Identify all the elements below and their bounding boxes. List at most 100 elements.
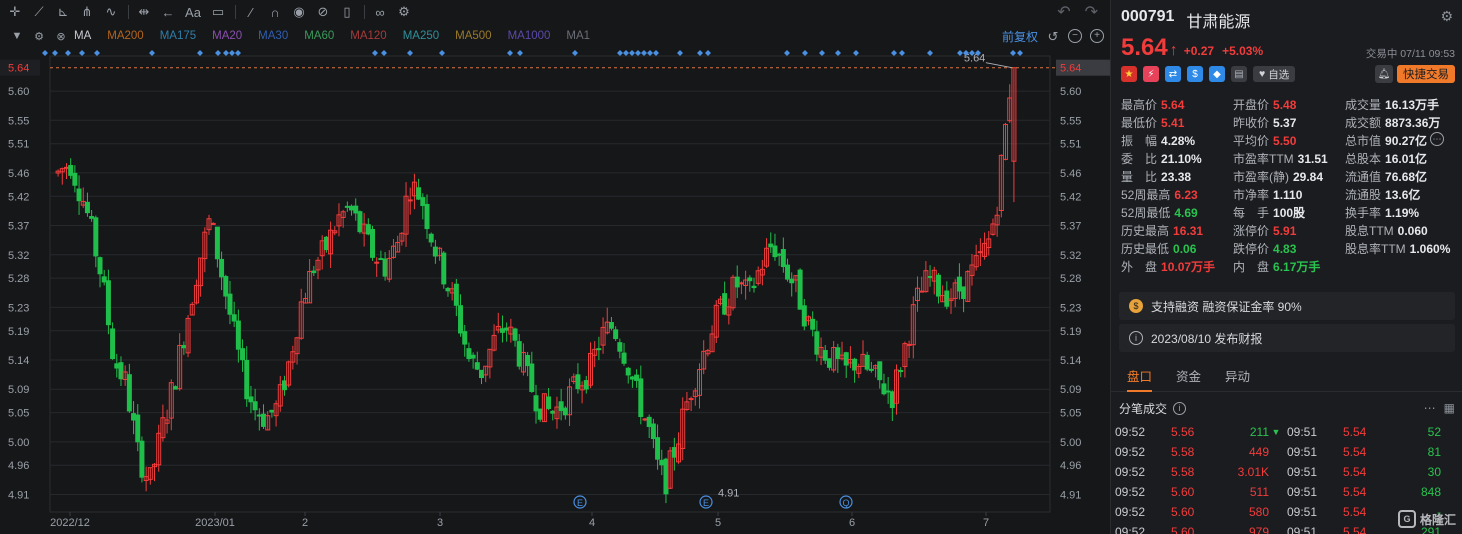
- signal-diamond-icon[interactable]: [853, 50, 859, 56]
- signal-diamond-icon[interactable]: [802, 50, 808, 56]
- ma-line-label[interactable]: MA250: [403, 30, 439, 42]
- signal-diamond-icon[interactable]: [957, 50, 963, 56]
- line-icon[interactable]: ⟋: [28, 1, 50, 23]
- signal-diamond-icon[interactable]: [784, 50, 790, 56]
- settings-icon[interactable]: ⚙: [30, 27, 48, 45]
- signal-diamond-icon[interactable]: [629, 50, 635, 56]
- signal-diamond-icon[interactable]: [653, 50, 659, 56]
- finance-icon[interactable]: $: [1187, 66, 1203, 82]
- signal-diamond-icon[interactable]: [819, 50, 825, 56]
- signal-diamond-icon[interactable]: [94, 50, 100, 56]
- close-icon[interactable]: ⊗: [52, 27, 70, 45]
- signal-diamond-icon[interactable]: [677, 50, 683, 56]
- signal-diamond-icon[interactable]: [617, 50, 623, 56]
- brush-icon[interactable]: ∕: [240, 1, 262, 23]
- tick-volume: 81: [1427, 445, 1441, 459]
- signal-diamond-icon[interactable]: [235, 50, 241, 56]
- signal-diamond-icon[interactable]: [439, 50, 445, 56]
- ma-line-label[interactable]: MA200: [107, 30, 143, 42]
- ma-line-label[interactable]: MA60: [304, 30, 334, 42]
- signal-diamond-icon[interactable]: [215, 50, 221, 56]
- redo-icon[interactable]: ↷: [1085, 2, 1098, 22]
- collapse-icon[interactable]: ▼: [8, 27, 26, 45]
- signal-diamond-icon[interactable]: [79, 50, 85, 56]
- more-icon[interactable]: ⋯: [1424, 401, 1436, 415]
- signal-diamond-icon[interactable]: [197, 50, 203, 56]
- tick-volume: 3.01K: [1237, 465, 1269, 479]
- ma-line-label[interactable]: MA175: [160, 30, 196, 42]
- crosshair-icon[interactable]: ✛: [4, 1, 26, 23]
- signal-diamond-icon[interactable]: [697, 50, 703, 56]
- settings-icon[interactable]: ⚙: [393, 1, 415, 23]
- signal-diamond-icon[interactable]: [223, 50, 229, 56]
- signal-diamond-icon[interactable]: [1010, 50, 1016, 56]
- signal-diamond-icon[interactable]: [899, 50, 905, 56]
- signal-diamond-icon[interactable]: [623, 50, 629, 56]
- zoom-in-icon[interactable]: +: [1090, 29, 1104, 43]
- rocket-icon[interactable]: ⚡: [1143, 66, 1159, 82]
- signal-diamond-icon[interactable]: [407, 50, 413, 56]
- hide-icon[interactable]: ⊘: [312, 1, 334, 23]
- quote-field-value: 4.83: [1273, 242, 1297, 256]
- ma-line-label[interactable]: MA20: [212, 30, 242, 42]
- ma-line-label[interactable]: MA30: [258, 30, 288, 42]
- reset-icon[interactable]: ↺: [1046, 29, 1060, 43]
- signal-diamond-icon[interactable]: [372, 50, 378, 56]
- adjust-mode-selector[interactable]: 前复权: [1002, 28, 1038, 45]
- comment-icon[interactable]: ▭: [207, 1, 229, 23]
- candlestick-plot[interactable]: 5.60 5.60 5.55 5.55 5.51 5.51 5.46 5.46 5.42 5.42…: [0, 46, 1110, 534]
- signal-diamond-icon[interactable]: [42, 50, 48, 56]
- exchange-icon[interactable]: ⇄: [1165, 66, 1181, 82]
- signal-diamond-icon[interactable]: [52, 50, 58, 56]
- settings-icon[interactable]: ⚙: [1440, 8, 1453, 25]
- bell-icon[interactable]: 🔔︎: [1375, 65, 1393, 83]
- earnings-date-card[interactable]: i 2023/08/10 发布财报: [1119, 324, 1455, 352]
- tab-capital[interactable]: 资金: [1176, 362, 1201, 392]
- indicator-name[interactable]: MA: [74, 30, 91, 42]
- margin-info-card[interactable]: $ 支持融资 融资保证金率 90%: [1119, 292, 1455, 320]
- wave-icon[interactable]: ∿: [100, 1, 122, 23]
- signal-diamond-icon[interactable]: [641, 50, 647, 56]
- trash-icon[interactable]: ▯: [336, 1, 358, 23]
- signal-diamond-icon[interactable]: [149, 50, 155, 56]
- document-icon[interactable]: ▤: [1231, 66, 1247, 82]
- add-watchlist-button[interactable]: ♥ 自选: [1253, 66, 1296, 82]
- fast-trade-button[interactable]: 快捷交易: [1397, 65, 1455, 83]
- signal-diamond-icon[interactable]: [229, 50, 235, 56]
- ma-line-label[interactable]: MA120: [350, 30, 386, 42]
- zoom-out-icon[interactable]: −: [1068, 29, 1082, 43]
- signal-diamond-icon[interactable]: [705, 50, 711, 56]
- signal-diamond-icon[interactable]: [835, 50, 841, 56]
- candle-body: [877, 361, 883, 381]
- pitchfork-icon[interactable]: ⋔: [76, 1, 98, 23]
- signal-diamond-icon[interactable]: [507, 50, 513, 56]
- tag-icon[interactable]: ◆: [1209, 66, 1225, 82]
- grid-icon[interactable]: ▦: [1444, 401, 1455, 415]
- signal-diamond-icon[interactable]: [647, 50, 653, 56]
- text-icon[interactable]: Aa: [181, 1, 205, 23]
- signal-diamond-icon[interactable]: [572, 50, 578, 56]
- signal-diamond-icon[interactable]: [1017, 50, 1023, 56]
- signal-diamond-icon[interactable]: [635, 50, 641, 56]
- eye-icon[interactable]: ◉: [288, 1, 310, 23]
- magnet-icon[interactable]: ∩: [264, 1, 286, 23]
- signal-diamond-icon[interactable]: [891, 50, 897, 56]
- signal-diamond-icon[interactable]: [927, 50, 933, 56]
- tab-anomaly[interactable]: 异动: [1225, 362, 1250, 392]
- candle-body: [382, 258, 388, 277]
- signal-diamond-icon[interactable]: [65, 50, 71, 56]
- ma-line-label[interactable]: MA1000: [508, 30, 551, 42]
- signal-diamond-icon[interactable]: [381, 50, 387, 56]
- signal-diamond-icon[interactable]: [517, 50, 523, 56]
- measure-icon[interactable]: ⇹: [133, 1, 155, 23]
- ray-icon[interactable]: ⊾: [52, 1, 74, 23]
- ma-line-label[interactable]: MA1: [566, 30, 590, 42]
- arrow-icon[interactable]: ←: [157, 1, 179, 23]
- info-icon[interactable]: i: [1173, 401, 1187, 415]
- ma-line-label[interactable]: MA500: [455, 30, 491, 42]
- link-icon[interactable]: ∞: [369, 1, 391, 23]
- more-icon[interactable]: ⋯: [1430, 132, 1445, 146]
- candle-body: [944, 290, 950, 307]
- tab-order-book[interactable]: 盘口: [1127, 362, 1153, 392]
- undo-icon[interactable]: ↶: [1057, 2, 1070, 22]
